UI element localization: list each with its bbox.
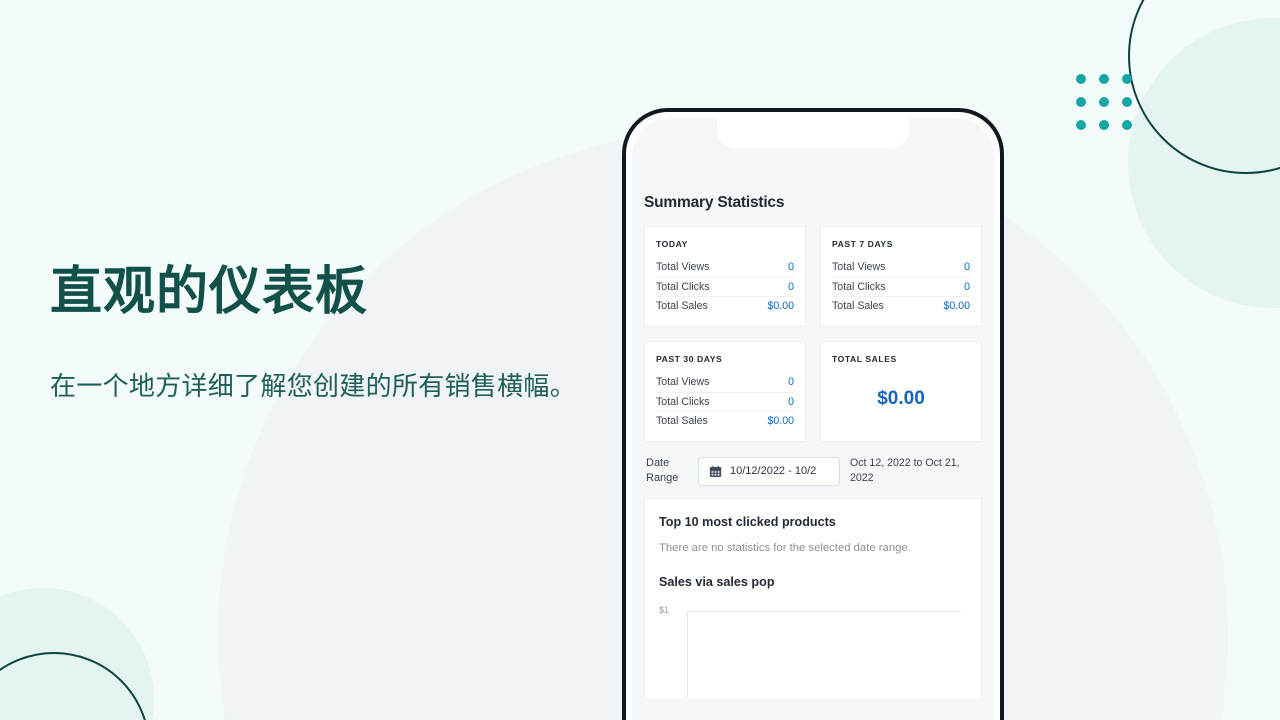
stat-card-total-sales: TOTAL SALES $0.00 (820, 341, 982, 443)
stat-row: Total Sales $0.00 (656, 297, 794, 315)
stat-row: Total Clicks 0 (656, 393, 794, 412)
date-range-label: Date Range (646, 457, 679, 485)
calendar-icon (709, 465, 722, 477)
stat-card-title: TOTAL SALES (832, 354, 897, 365)
stat-label: Total Clicks (832, 280, 886, 293)
promo-copy: 直观的仪表板 在一个地方详细了解您创建的所有销售横幅。 (50, 262, 610, 407)
stat-card-title: PAST 7 DAYS (832, 239, 893, 249)
stat-row: Total Sales $0.00 (832, 297, 970, 315)
stat-card-past-7-days: PAST 7 DAYS Total Views 0 Total Clicks 0… (820, 226, 982, 328)
dashboard-app: Summary Statistics TODAY Total Views 0 T… (632, 118, 994, 720)
stat-label: Total Views (832, 261, 886, 274)
stat-card-row-1: TODAY Total Views 0 Total Clicks 0 Total… (644, 226, 982, 328)
total-sales-amount: $0.00 (877, 387, 925, 409)
date-range-value: 10/12/2022 - 10/2 (730, 465, 817, 478)
stat-row: Total Views 0 (656, 258, 794, 278)
stat-row: Total Clicks 0 (832, 277, 970, 297)
phone-notch (717, 118, 909, 148)
stat-value: 0 (788, 261, 794, 274)
stat-card-row-2: PAST 30 DAYS Total Views 0 Total Clicks … (644, 341, 982, 443)
stat-row: Total Views 0 (656, 373, 794, 393)
stat-row: Total Sales $0.00 (656, 412, 794, 430)
date-range-row: Date Range 10/12/2022 - 10/2 Oct 12, 202… (644, 456, 982, 486)
stat-label: Total Clicks (656, 395, 710, 408)
decor-circle-top-right-fill (1128, 18, 1280, 308)
date-range-caption: Oct 12, 2022 to Oct 21, 2022 (850, 457, 960, 485)
phone-mockup: Summary Statistics TODAY Total Views 0 T… (622, 108, 1004, 720)
statistics-panel: Top 10 most clicked products There are n… (644, 497, 982, 698)
empty-state-message: There are no statistics for the selected… (659, 541, 911, 554)
stat-card-past-30-days: PAST 30 DAYS Total Views 0 Total Clicks … (644, 341, 806, 443)
stat-label: Total Views (656, 261, 710, 274)
phone-screen: Summary Statistics TODAY Total Views 0 T… (632, 118, 994, 720)
page-title: 直观的仪表板 (50, 263, 369, 321)
decor-circle-bottom-left-fill (0, 588, 154, 720)
stat-card-title: PAST 30 DAYS (656, 354, 723, 365)
date-range-input[interactable]: 10/12/2022 - 10/2 (698, 456, 840, 486)
stat-value: $0.00 (943, 299, 970, 312)
decor-circle-bottom-left-ring (0, 652, 150, 720)
stat-card-title: TODAY (656, 239, 688, 249)
promo-slide: 直观的仪表板 在一个地方详细了解您创建的所有销售横幅。 Summary Stat… (0, 0, 1280, 720)
decor-circle-top-right-ring (1128, 0, 1280, 174)
promo-subtitle: 在一个地方详细了解您创建的所有销售横幅。 (50, 371, 577, 402)
sales-chart: $1 (659, 605, 967, 698)
stat-label: Total Clicks (656, 280, 710, 293)
stat-value: 0 (964, 261, 970, 274)
stat-row: Total Views 0 (832, 258, 970, 278)
decor-dot-grid-icon (1076, 74, 1132, 130)
stat-label: Total Sales (656, 299, 708, 312)
chart-gridline (687, 610, 961, 612)
stat-value: 0 (788, 376, 794, 389)
chart-y-axis (687, 610, 688, 698)
stat-label: Total Sales (656, 415, 708, 428)
sales-chart-heading: Sales via sales pop (659, 574, 775, 589)
stat-label: Total Views (656, 376, 710, 389)
stat-label: Total Sales (832, 299, 884, 312)
stat-card-today: TODAY Total Views 0 Total Clicks 0 Total… (644, 226, 806, 328)
summary-statistics-heading: Summary Statistics (644, 194, 785, 211)
top-products-heading: Top 10 most clicked products (659, 514, 836, 529)
stat-value: 0 (964, 280, 970, 293)
stat-value: 0 (788, 280, 794, 293)
stat-row: Total Clicks 0 (656, 277, 794, 297)
stat-value: $0.00 (767, 299, 794, 312)
stat-value: 0 (788, 395, 794, 408)
chart-ytick-label: $1 (659, 604, 670, 615)
stat-value: $0.00 (767, 415, 794, 428)
